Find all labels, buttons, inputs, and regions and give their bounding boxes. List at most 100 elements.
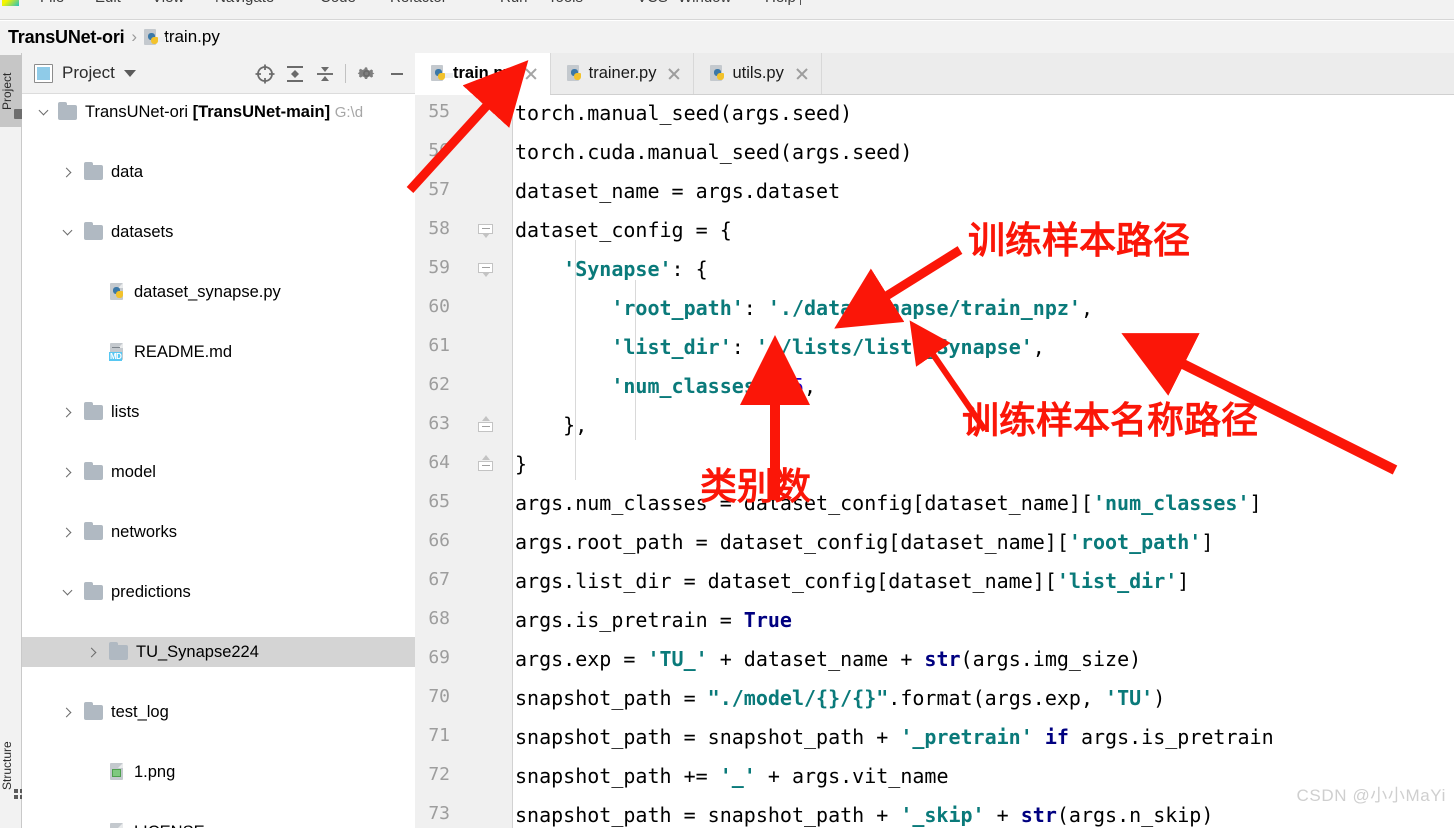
expand-all-icon[interactable] [281, 60, 308, 87]
line-number: 73 [428, 803, 450, 824]
breadcrumb-file[interactable]: train.py [164, 27, 220, 47]
code-line-70: snapshot_path = "./model/{}/{}".format(a… [515, 686, 1166, 710]
code-text[interactable]: torch.manual_seed(args.seed) torch.cuda.… [515, 95, 1454, 828]
editor-gutter[interactable]: 55 56 57 58 59 60 61 62 63 64 65 66 67 6… [415, 95, 513, 828]
chevron-right-icon[interactable] [60, 525, 74, 539]
editor-tab-bar: train.py trainer.py utils.py [415, 53, 1454, 95]
collapse-all-icon[interactable] [311, 60, 338, 87]
tree-row-license[interactable]: LICENSE [22, 817, 415, 828]
tree-label-tu-synapse224: TU_Synapse224 [136, 642, 259, 661]
code-line-73: snapshot_path = snapshot_path + '_skip' … [515, 803, 1214, 827]
locate-icon[interactable] [251, 60, 278, 87]
chevron-right-icon[interactable] [60, 405, 74, 419]
tree-row-1-png[interactable]: 1.png [22, 757, 415, 787]
chevron-right-icon[interactable] [60, 165, 74, 179]
watermark: CSDN @小小MaYi [1296, 786, 1446, 805]
menu-item-run[interactable]: Run [500, 0, 528, 6]
menu-item-vcs[interactable]: VCS [637, 0, 668, 6]
code-line-59: 'Synapse': { [563, 257, 708, 281]
tool-tab-structure[interactable]: Structure [0, 725, 25, 807]
menu-item-tools[interactable]: Tools [548, 0, 583, 6]
code-fold-marker-59[interactable] [478, 263, 493, 277]
chevron-right-icon[interactable] [60, 465, 74, 479]
folder-icon [84, 581, 103, 600]
line-number: 68 [428, 608, 450, 629]
code-editor[interactable]: 55 56 57 58 59 60 61 62 63 64 65 66 67 6… [415, 95, 1454, 828]
line-number: 72 [428, 764, 450, 785]
settings-gear-icon[interactable] [353, 60, 380, 87]
folder-icon [84, 461, 103, 480]
tree-row-tu-synapse224[interactable]: TU_Synapse224 [22, 637, 415, 667]
chevron-down-icon[interactable] [36, 105, 50, 119]
editor-tab-utils-py[interactable]: utils.py [694, 53, 822, 94]
python-file-icon [710, 65, 733, 82]
tree-row-datasets[interactable]: datasets [22, 217, 415, 247]
tree-row-lists[interactable]: lists [22, 397, 415, 427]
close-icon[interactable] [524, 67, 538, 81]
code-fold-marker-63[interactable] [478, 416, 493, 435]
menu-item-view[interactable]: View [152, 0, 184, 6]
line-number: 56 [428, 140, 450, 161]
menu-item-refactor[interactable]: Refactor [390, 0, 447, 6]
tree-label-test-log: test_log [111, 702, 169, 721]
line-number: 55 [428, 101, 450, 122]
chevron-down-icon[interactable] [60, 225, 74, 239]
menu-item-code[interactable]: Code [320, 0, 356, 6]
folder-icon [84, 401, 103, 420]
tree-row-data[interactable]: data [22, 157, 415, 187]
code-line-69: args.exp = 'TU_' + dataset_name + str(ar… [515, 647, 1142, 671]
tree-row-networks[interactable]: networks [22, 517, 415, 547]
line-number: 69 [428, 647, 450, 668]
breadcrumb-separator: › [131, 27, 138, 46]
project-panel-header: Project [22, 53, 415, 94]
close-icon[interactable] [667, 67, 681, 81]
code-fold-marker-58[interactable] [478, 224, 493, 238]
editor-tab-train-py[interactable]: train.py [415, 53, 551, 95]
code-line-72: snapshot_path += '_' + args.vit_name [515, 764, 949, 788]
code-line-62: 'num_classes': 5, [611, 374, 817, 398]
code-line-55: torch.manual_seed(args.seed) [515, 101, 853, 125]
tree-row-transunet-ori[interactable]: TransUNet-ori [TransUNet-main] G:\d [22, 97, 415, 127]
menu-item-window[interactable]: Window [678, 0, 731, 6]
python-file-icon [431, 65, 453, 82]
chevron-down-icon[interactable] [123, 69, 136, 77]
line-number: 59 [428, 257, 450, 278]
image-file-icon [109, 763, 125, 781]
breadcrumb: TransUNet-ori › train.py [0, 21, 1454, 53]
menu-item-navigate[interactable]: Navigate [215, 0, 274, 6]
tree-row-model[interactable]: model [22, 457, 415, 487]
breadcrumb-project[interactable]: TransUNet-ori [8, 27, 125, 48]
python-file-icon [144, 28, 167, 46]
line-number: 65 [428, 491, 450, 512]
app-logo-icon [2, 0, 19, 6]
editor-tab-trainer-py[interactable]: trainer.py [551, 53, 695, 94]
menu-item-file[interactable]: File [40, 0, 64, 6]
menu-item-help[interactable]: Help [765, 0, 796, 6]
tree-row-datasets-readme-md[interactable]: MD README.md [22, 337, 415, 367]
code-line-61: 'list_dir': './lists/lists_Synapse', [611, 335, 1045, 359]
annotation-training-sample-name-path: 训练样本名称路径 [962, 399, 1258, 442]
python-file-icon [566, 65, 589, 82]
tree-module-tag: [TransUNet-main] [192, 102, 331, 121]
menu-bar[interactable]: File Edit View Navigate Code Refactor Ru… [0, 0, 1454, 20]
tool-tab-project[interactable]: Project [0, 55, 25, 127]
hide-panel-icon[interactable] [383, 60, 410, 87]
code-line-66: args.root_path = dataset_config[dataset_… [515, 530, 1214, 554]
line-number: 60 [428, 296, 450, 317]
tree-row-dataset-synapse-py[interactable]: dataset_synapse.py [22, 277, 415, 307]
tree-row-predictions[interactable]: predictions [22, 577, 415, 607]
project-panel: Project TransUNet-ori [TransUNet-main] G… [22, 53, 415, 828]
code-line-65: args.num_classes = dataset_config[datase… [515, 491, 1262, 515]
line-number: 62 [428, 374, 450, 395]
code-fold-marker-64[interactable] [478, 455, 493, 474]
menu-item-edit[interactable]: Edit [95, 0, 121, 6]
tree-row-test-log[interactable]: test_log [22, 697, 415, 727]
tool-window-strip: Project Structure [0, 53, 25, 828]
close-icon[interactable] [795, 67, 809, 81]
project-view-icon [34, 63, 53, 83]
tree-label-model: model [111, 462, 156, 481]
chevron-down-icon[interactable] [60, 585, 74, 599]
chevron-right-icon[interactable] [85, 645, 99, 659]
text-file-icon [109, 823, 125, 828]
chevron-right-icon[interactable] [60, 705, 74, 719]
